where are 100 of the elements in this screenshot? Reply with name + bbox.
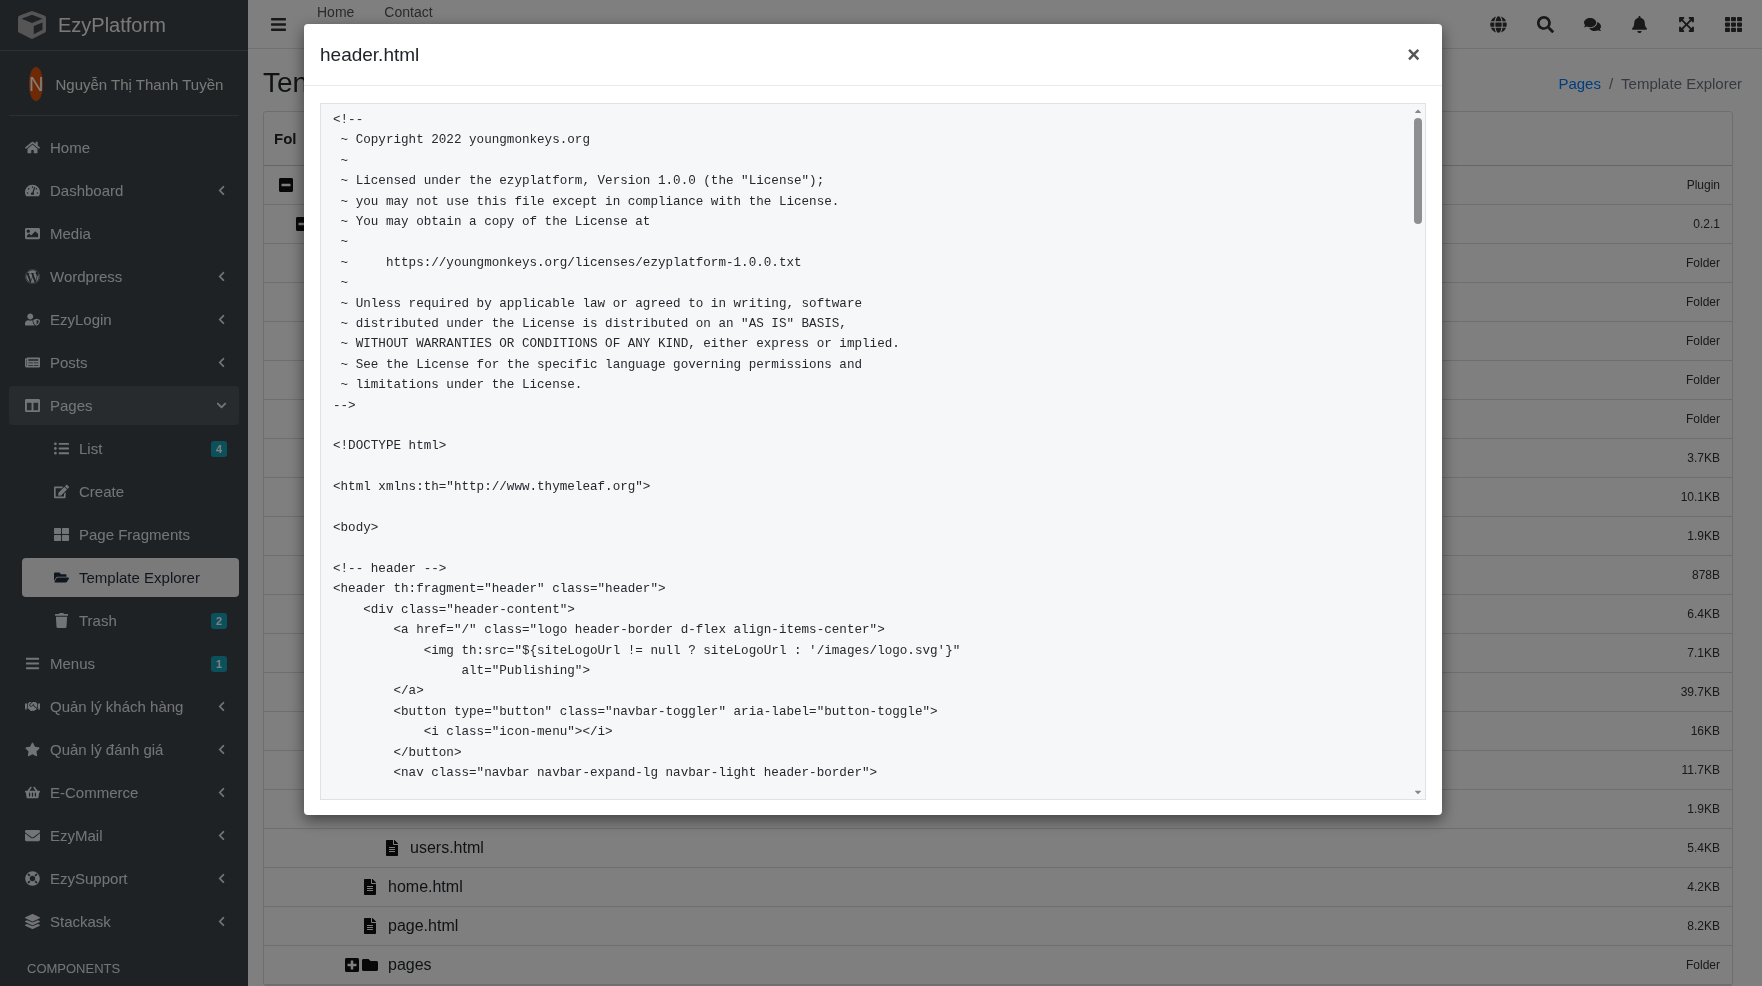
- file-size: 1.9KB: [1687, 529, 1720, 543]
- user-name[interactable]: Nguyễn Thị Thanh Tuyền: [55, 75, 224, 93]
- chevron-left-icon: [216, 744, 227, 755]
- nav-item[interactable]: Stackask: [9, 902, 239, 941]
- code-line: ~ you may not use this file except in compliance with the License.: [339, 193, 841, 211]
- nav-item[interactable]: EzyMail: [9, 816, 239, 855]
- globe-icon[interactable]: [1490, 15, 1507, 33]
- nav-icon: [25, 355, 40, 370]
- search-icon[interactable]: [1537, 15, 1554, 33]
- breadcrumb-text: Template Explorer: [1621, 74, 1742, 92]
- nav-icon: [25, 183, 40, 198]
- code-line: <button type="button" class="navbar-toggler" aria-label="button-toggle">: [392, 703, 939, 721]
- breadcrumb-link[interactable]: Pages: [1558, 74, 1601, 92]
- nav-subitem[interactable]: Create: [22, 472, 239, 511]
- code-line: </a>: [392, 683, 425, 701]
- nav-subitem[interactable]: Template Explorer: [22, 558, 239, 597]
- nav-icon: [54, 527, 69, 542]
- nav-icon: [25, 871, 40, 886]
- nav-item[interactable]: EzySupport: [9, 859, 239, 898]
- nav-item[interactable]: Menus 1: [9, 644, 239, 683]
- chevron-left-icon: [216, 357, 227, 368]
- code-line: ~ https://youngmonkeys.org/licenses/ezyplatform-1.0.0.txt: [339, 254, 803, 272]
- code-line: </button>: [392, 744, 463, 762]
- card-title: Fol: [274, 130, 297, 147]
- fullscreen-icon[interactable]: [1678, 15, 1695, 33]
- nav-icon: [25, 914, 40, 929]
- bell-icon[interactable]: [1631, 15, 1648, 33]
- nav-icon: [54, 570, 69, 585]
- file-icon: [362, 918, 378, 934]
- code-line: <!DOCTYPE html>: [333, 438, 448, 456]
- expand-icon[interactable]: [344, 957, 362, 973]
- file-name[interactable]: pages: [388, 956, 432, 974]
- chevron-left-icon: [216, 916, 227, 927]
- nav-link[interactable]: Contact: [384, 4, 433, 20]
- code-line: <!-- header -->: [333, 560, 448, 578]
- grid-icon[interactable]: [1725, 15, 1742, 33]
- brand-name[interactable]: EzyPlatform: [58, 13, 166, 37]
- file-size: Folder: [1686, 334, 1720, 348]
- section-header: COMPONENTS: [26, 960, 122, 976]
- file-size: 0.2.1: [1693, 217, 1720, 231]
- file-size: 4.2KB: [1687, 880, 1720, 894]
- file-size: 1.9KB: [1687, 802, 1720, 816]
- chevron-left-icon: [216, 701, 227, 712]
- nav-subitem[interactable]: Page Fragments: [22, 515, 239, 554]
- nav-item[interactable]: E-Commerce: [9, 773, 239, 812]
- code-line: <!--: [333, 112, 365, 129]
- chevron-left-icon: [216, 314, 227, 325]
- file-size: 11.7KB: [1681, 763, 1720, 777]
- file-name[interactable]: page.html: [388, 917, 459, 935]
- nav-icon: [54, 613, 69, 628]
- chevron-left-icon: [216, 271, 227, 282]
- nav-icon: [25, 226, 40, 241]
- file-size: 3.7KB: [1687, 451, 1720, 465]
- count-badge: 2: [210, 612, 227, 629]
- file-size: Folder: [1686, 295, 1720, 309]
- nav-item[interactable]: Quản lý khách hàng: [9, 687, 239, 726]
- code-line: ~ WITHOUT WARRANTIES OR CONDITIONS OF ANY KIND, either express or implied.: [339, 336, 901, 354]
- file-icon: [384, 840, 400, 856]
- nav-link[interactable]: Home: [317, 4, 355, 20]
- nav-item[interactable]: Quản lý đánh giá: [9, 730, 239, 769]
- file-name[interactable]: users.html: [410, 839, 484, 857]
- code-line: ~ You may obtain a copy of the License at: [339, 214, 652, 232]
- file-size: 5.4KB: [1687, 841, 1720, 855]
- nav-item[interactable]: Wordpress: [9, 257, 239, 296]
- code-line: <html xmlns:th="http://www.thymeleaf.org">: [333, 479, 652, 497]
- collapse-icon[interactable]: [278, 177, 296, 193]
- nav-item[interactable]: Media: [9, 214, 239, 253]
- breadcrumb-separator: /: [1608, 74, 1614, 92]
- nav-item[interactable]: Home: [9, 128, 239, 167]
- file-icon: [362, 879, 378, 895]
- logo-icon: [18, 11, 46, 39]
- nav-subitem[interactable]: Trash 2: [22, 601, 239, 640]
- code-line: ~ See the License for the specific language governing permissions and: [339, 356, 864, 374]
- nav-item[interactable]: EzyLogin: [9, 300, 239, 339]
- nav-item[interactable]: Dashboard: [9, 171, 239, 210]
- count-badge: 1: [210, 655, 227, 672]
- close-button[interactable]: ×: [1401, 40, 1426, 69]
- nav-icon: [25, 656, 40, 671]
- file-size: 6.4KB: [1687, 607, 1720, 621]
- file-size: 16KB: [1690, 724, 1720, 738]
- nav-icon: [25, 742, 40, 757]
- nav-subitem[interactable]: List 4: [22, 429, 239, 468]
- chevron-left-icon: [216, 830, 227, 841]
- code-line: ~ distributed under the License is distributed on an "AS IS" BASIS,: [339, 316, 848, 334]
- file-size: 39.7KB: [1680, 685, 1720, 699]
- nav-item[interactable]: Posts: [9, 343, 239, 382]
- code-line: <i class="icon-menu"></i>: [422, 724, 614, 742]
- modal-title: header.html: [320, 43, 420, 66]
- code-line: ~ Copyright 2022 youngmonkeys.org: [339, 132, 591, 150]
- user-avatar: N: [29, 67, 44, 101]
- file-name[interactable]: home.html: [388, 878, 463, 896]
- file-size: 878B: [1691, 568, 1720, 582]
- code-line: -->: [333, 397, 357, 415]
- chevron-left-icon: [216, 787, 227, 798]
- chat-icon[interactable]: [1584, 15, 1601, 33]
- menu-icon[interactable]: [270, 15, 287, 33]
- code-line: alt="Publishing">: [460, 662, 591, 680]
- chevron-left-icon: [216, 185, 227, 196]
- nav-icon: [25, 785, 40, 800]
- scrollbar-thumb[interactable]: [1414, 118, 1422, 224]
